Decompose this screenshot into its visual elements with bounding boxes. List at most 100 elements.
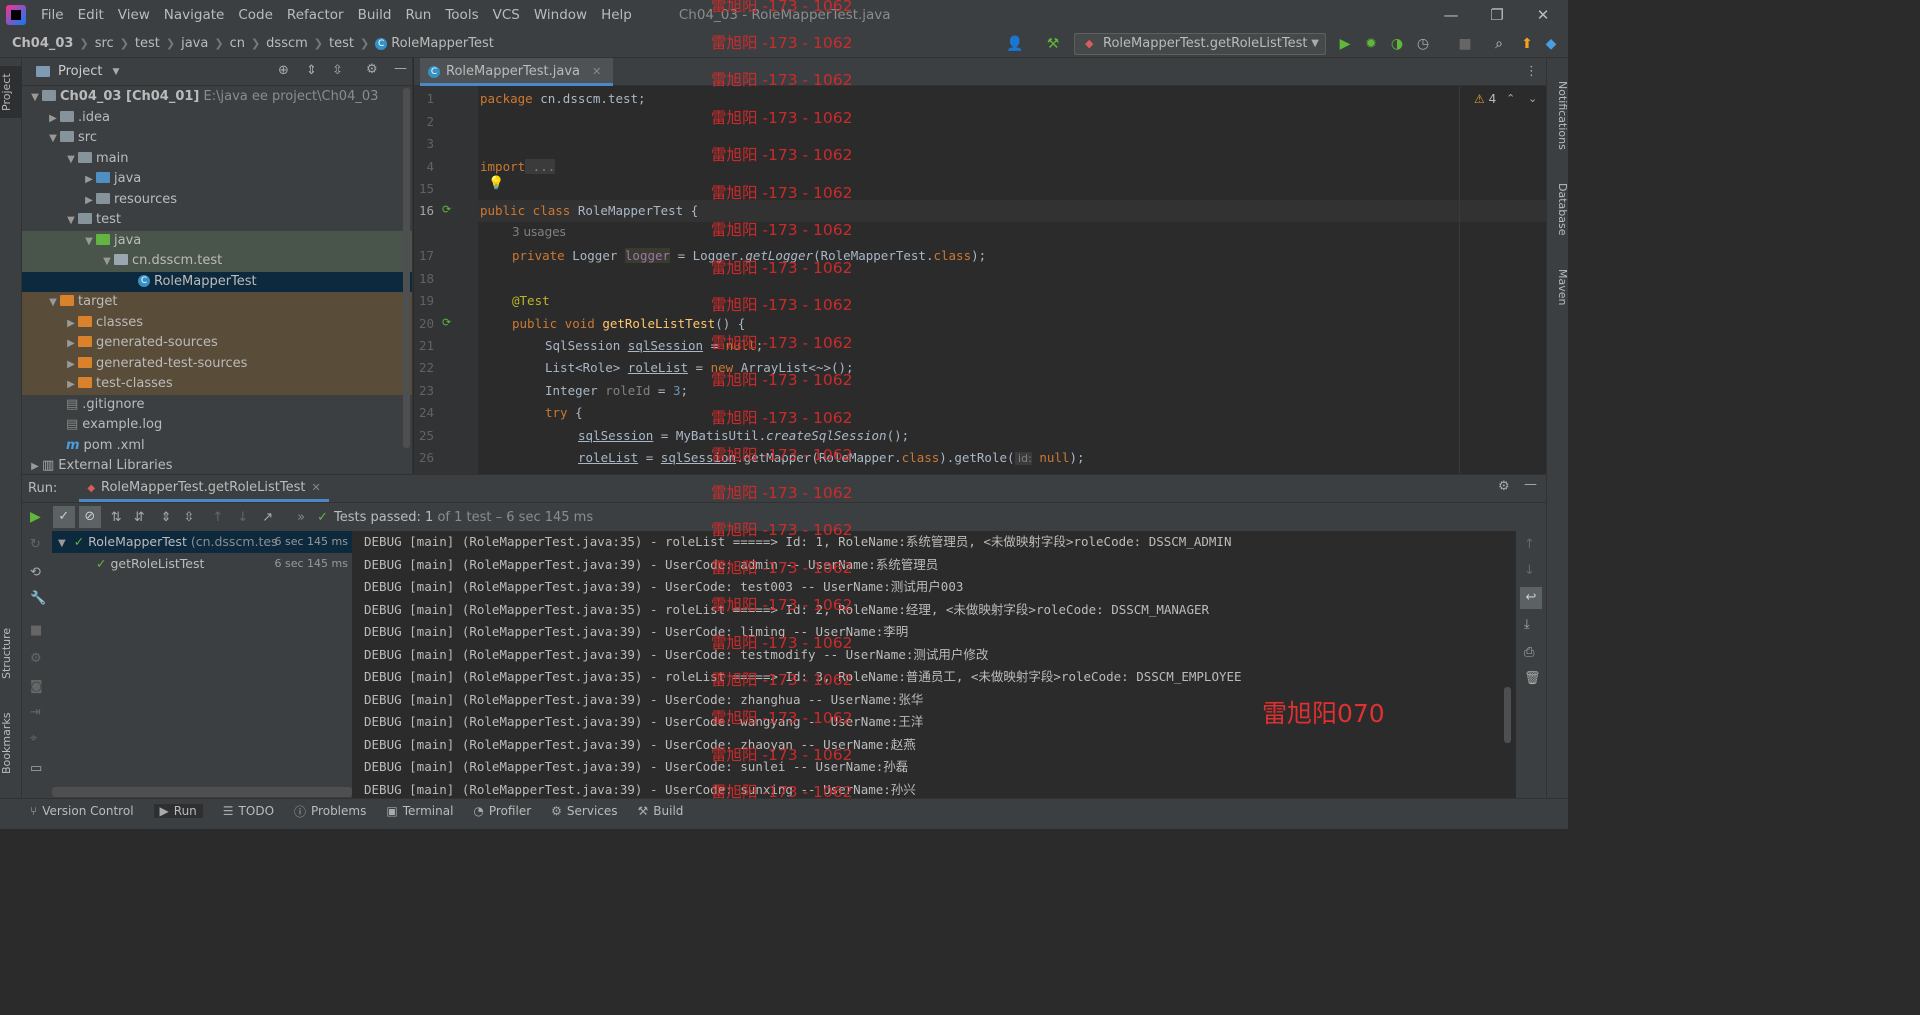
arrow-up-icon[interactable]: ↑ — [212, 510, 223, 525]
lightbulb-icon[interactable]: 💡 — [488, 176, 504, 191]
warning-icon[interactable]: ⚠ 4 — [1474, 92, 1496, 106]
tree-node-project-root[interactable]: ▼ Ch04_03 [Ch04_01] E:\java ee project\Ch… — [22, 87, 412, 108]
expand-all-icon[interactable]: ⇕ — [306, 63, 317, 78]
code-line-4[interactable]: import ... — [480, 159, 556, 174]
build-hammer-icon[interactable]: ⚒ — [1044, 35, 1062, 53]
tree-node-main[interactable]: ▼ main — [22, 149, 412, 170]
arrow-down-icon[interactable]: ↓ — [1524, 563, 1535, 578]
close-icon[interactable]: ✕ — [311, 481, 320, 494]
code-line-25[interactable]: sqlSession = MyBatisUtil.createSqlSessio… — [578, 428, 909, 443]
chevron-down-icon[interactable]: ⌄ — [1528, 92, 1537, 105]
arrow-down-icon[interactable]: ↓ — [237, 510, 248, 525]
breadcrumb-dsscm[interactable]: dsscm — [266, 36, 308, 51]
debug-rerun-icon[interactable]: ↻ — [30, 537, 41, 552]
layout-icon[interactable]: ▭ — [30, 761, 42, 776]
breadcrumb-cn[interactable]: cn — [230, 36, 245, 51]
tab-version-control[interactable]: ⑂ Version Control — [30, 804, 134, 818]
code-line-1[interactable]: package cn.dsscm.test; — [480, 91, 646, 106]
code-line-16[interactable]: public class RoleMapperTest { — [480, 203, 698, 218]
maven-tool-tab[interactable]: Maven — [1547, 262, 1569, 312]
test-method-row[interactable]: ✓ getRoleListTest 6 sec 145 ms — [52, 553, 352, 575]
tab-run[interactable]: ▶ Run — [153, 804, 203, 818]
rerun-failed-icon[interactable]: ⟲ — [30, 565, 41, 580]
console-scrollbar[interactable] — [1504, 687, 1511, 743]
bookmarks-tool-tab[interactable]: Bookmarks — [0, 708, 22, 778]
tab-todo[interactable]: ☰ TODO — [223, 804, 274, 818]
chevron-up-icon[interactable]: ⌃ — [1506, 92, 1515, 105]
run-test-class-gutter-icon[interactable]: ⟳ — [442, 203, 451, 216]
tree-node-src[interactable]: ▼ src — [22, 128, 412, 149]
tree-node-pom[interactable]: m pom .xml — [22, 436, 412, 457]
run-icon[interactable]: ▶ — [1336, 35, 1354, 53]
sort-alpha-icon[interactable]: ⇅ — [111, 510, 122, 525]
structure-tool-tab[interactable]: Structure — [0, 620, 22, 686]
breadcrumb-class[interactable]: RoleMapperTest — [391, 36, 494, 51]
exit-icon[interactable]: ⇥ — [30, 705, 41, 720]
tree-node-generated-test-sources[interactable]: ▶ generated-test-sources — [22, 353, 412, 374]
tab-build[interactable]: ⚒ Build — [638, 804, 684, 818]
menu-window[interactable]: Window — [527, 7, 594, 23]
breadcrumb-test-pkg[interactable]: test — [329, 36, 354, 51]
breadcrumb-test[interactable]: test — [135, 36, 160, 51]
print-icon[interactable]: ⎙ — [1524, 645, 1534, 660]
code-line-21[interactable]: SqlSession sqlSession = null; — [545, 338, 763, 353]
menu-run[interactable]: Run — [398, 7, 438, 23]
run-tab[interactable]: ◆ RoleMapperTest.getRoleListTest ✕ — [79, 476, 329, 502]
tree-node-idea[interactable]: ▶ .idea — [22, 108, 412, 129]
tree-node-target[interactable]: ▼ target — [22, 292, 412, 313]
menu-tools[interactable]: Tools — [438, 7, 485, 23]
collapse-all-icon[interactable]: ⇳ — [184, 510, 195, 525]
camera-icon[interactable]: ◙ — [30, 679, 43, 694]
profiler-icon[interactable]: ◷ — [1414, 35, 1432, 53]
tree-node-test-java[interactable]: ▼ java — [22, 230, 412, 251]
minimize-button[interactable]: — — [1428, 0, 1474, 30]
breadcrumb-project[interactable]: Ch04_03 — [12, 36, 73, 51]
hide-panel-icon[interactable]: — — [1524, 477, 1537, 492]
code-line-20[interactable]: public void getRoleListTest() { — [512, 316, 745, 331]
stop-icon[interactable]: ■ — [30, 623, 42, 638]
menu-file[interactable]: File — [34, 7, 71, 23]
show-ignored-icon[interactable]: ⊘ — [78, 506, 101, 528]
rerun-icon[interactable]: ▶ — [30, 509, 41, 525]
project-view-title[interactable]: Project — [58, 64, 102, 79]
project-scrollbar[interactable] — [403, 88, 410, 448]
hide-panel-icon[interactable]: — — [394, 61, 407, 76]
tree-node-test-classes[interactable]: ▶ test-classes — [22, 374, 412, 395]
expand-all-icon[interactable]: ⇕ — [161, 510, 172, 525]
menu-vcs[interactable]: VCS — [486, 7, 527, 23]
menu-help[interactable]: Help — [594, 7, 639, 23]
chevron-down-icon[interactable]: ▼ — [112, 67, 119, 77]
tab-profiler[interactable]: ◔ Profiler — [473, 804, 531, 818]
user-icon[interactable]: 👤 — [1006, 35, 1024, 53]
search-icon[interactable]: ⌕ — [1490, 35, 1508, 53]
stop-icon[interactable]: ■ — [1456, 35, 1474, 53]
tree-node-main-java[interactable]: ▶ java — [22, 169, 412, 190]
close-window-button[interactable]: ✕ — [1520, 0, 1566, 30]
intellij-logo-icon[interactable] — [6, 5, 26, 25]
gear-icon[interactable]: ⚙ — [1498, 479, 1510, 494]
code-line-22[interactable]: List<Role> roleList = new ArrayList<~>()… — [545, 360, 854, 375]
sort-duration-icon[interactable]: ⇵ — [134, 510, 145, 525]
locate-file-icon[interactable]: ⊕ — [278, 63, 289, 78]
run-configuration-select[interactable]: ◆ RoleMapperTest.getRoleListTest ▼ — [1074, 33, 1326, 55]
tree-node-example-log[interactable]: ▤ example.log — [22, 415, 412, 436]
project-tool-tab[interactable]: Project — [0, 66, 22, 118]
pin-icon[interactable]: ⌖ — [30, 731, 37, 746]
run-test-method-gutter-icon[interactable]: ⟳ — [442, 316, 451, 329]
show-passed-icon[interactable]: ✓ — [52, 506, 75, 528]
tree-horizontal-scrollbar[interactable] — [52, 787, 352, 797]
wrench-icon[interactable]: 🔧 — [30, 591, 46, 606]
tree-node-rolemappertest[interactable]: C RoleMapperTest — [22, 271, 412, 292]
code-line-19[interactable]: @Test — [512, 293, 550, 308]
jetbrains-space-icon[interactable]: ◆ — [1542, 35, 1560, 53]
usages-hint[interactable]: 3 usages — [512, 225, 566, 239]
tree-node-test[interactable]: ▼ test — [22, 210, 412, 231]
import-tests-icon[interactable]: ↗ — [262, 510, 273, 525]
code-line-17[interactable]: private Logger logger = Logger.getLogger… — [512, 248, 986, 263]
debug-icon[interactable]: ✹ — [1362, 35, 1380, 53]
tab-terminal[interactable]: ▣ Terminal — [386, 804, 453, 818]
close-icon[interactable]: ✕ — [592, 65, 601, 78]
trash-icon[interactable]: 🗑 — [1524, 671, 1541, 686]
code-line-26[interactable]: roleList = sqlSession.getMapper(RoleMapp… — [578, 450, 1085, 465]
menu-refactor[interactable]: Refactor — [280, 7, 351, 23]
